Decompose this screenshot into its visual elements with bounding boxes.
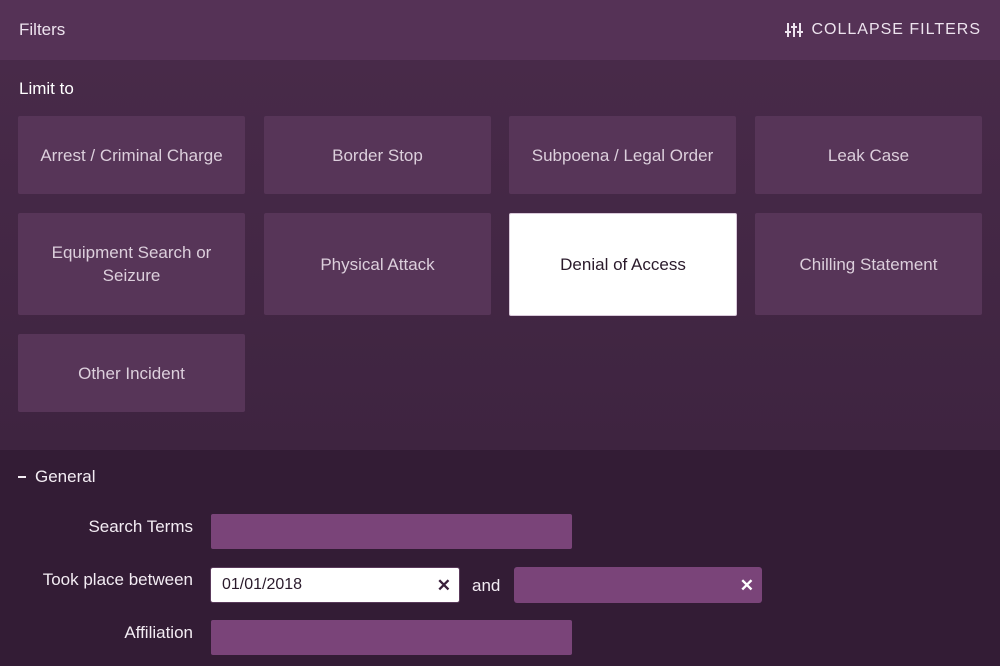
tile-physical-attack[interactable]: Physical Attack (264, 213, 491, 315)
start-date-input[interactable]: 01/01/2018 ✕ (210, 567, 460, 603)
collapse-filters-label: COLLAPSE FILTERS (811, 21, 981, 38)
clear-end-date-icon[interactable]: ✕ (740, 577, 754, 594)
general-toggle[interactable]: General (18, 467, 95, 487)
general-section: General Search Terms Took place between … (0, 450, 1000, 666)
tile-arrest-criminal-charge[interactable]: Arrest / Criminal Charge (18, 116, 245, 194)
filters-header: Filters COLLAPSE FILTERS (0, 0, 1000, 60)
end-date-input[interactable]: ✕ (514, 567, 762, 603)
tile-leak-case[interactable]: Leak Case (755, 116, 982, 194)
affiliation-label: Affiliation (124, 623, 193, 642)
and-label: and (472, 576, 501, 595)
took-place-label: Took place between (42, 570, 193, 589)
tile-other-incident[interactable]: Other Incident (18, 334, 245, 412)
tile-denial-of-access[interactable]: Denial of Access (509, 213, 737, 316)
tile-chilling-statement[interactable]: Chilling Statement (755, 213, 982, 315)
limit-to-label: Limit to (19, 79, 74, 98)
general-toggle-label: General (35, 467, 96, 486)
search-terms-label: Search Terms (88, 517, 193, 536)
tile-equipment-search-or-seizure[interactable]: Equipment Search or Seizure (18, 213, 245, 315)
filters-title: Filters (19, 20, 66, 39)
clear-start-date-icon[interactable]: ✕ (437, 577, 451, 594)
start-date-value: 01/01/2018 (222, 576, 303, 593)
minus-icon (18, 476, 26, 478)
limit-to-section: Limit to Arrest / Criminal Charge Border… (0, 60, 1000, 450)
search-terms-input[interactable] (211, 514, 572, 549)
tile-border-stop[interactable]: Border Stop (264, 116, 491, 194)
tile-subpoena-legal-order[interactable]: Subpoena / Legal Order (509, 116, 736, 194)
sliders-icon (785, 22, 804, 38)
affiliation-input[interactable] (211, 620, 572, 655)
collapse-filters-button[interactable]: COLLAPSE FILTERS (785, 21, 981, 39)
